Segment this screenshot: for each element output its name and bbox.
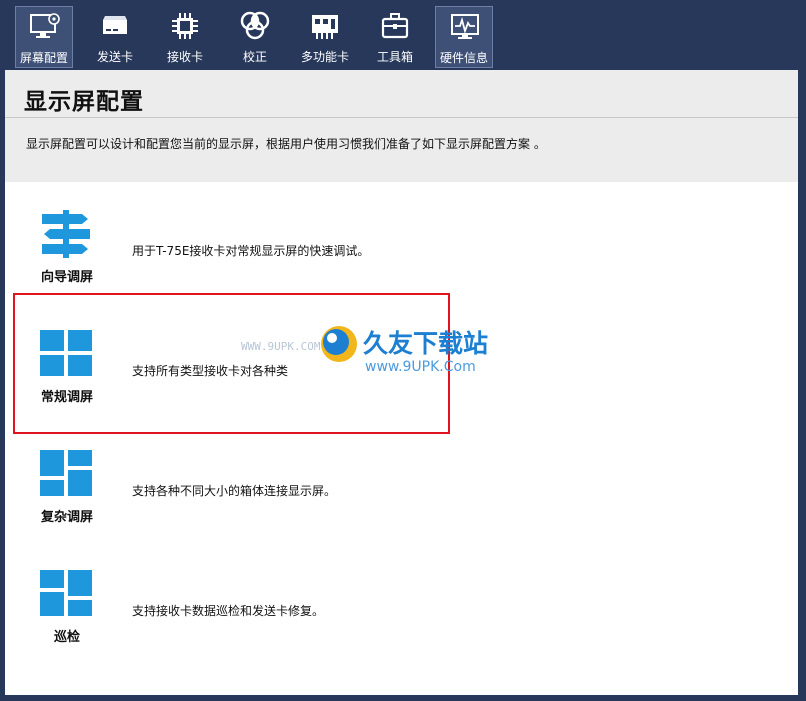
tool-toolbox[interactable]: 工具箱: [366, 6, 424, 68]
tool-label: 接收卡: [166, 50, 203, 64]
tool-label: 多功能卡: [300, 50, 349, 64]
watermark-brand: 久友下载站: [363, 329, 488, 358]
header-divider: [5, 117, 798, 118]
signpost-icon: [42, 210, 90, 258]
grid-complex-icon: [40, 450, 92, 496]
tool-screen-config[interactable]: 屏幕配置: [15, 6, 73, 68]
option-label: 巡检: [53, 630, 80, 645]
page-title: 显示屏配置: [24, 89, 144, 115]
option-label: 复杂调屏: [40, 510, 93, 525]
tool-label: 工具箱: [376, 50, 413, 64]
tool-label: 校正: [242, 50, 267, 64]
multi-card-icon: [312, 15, 338, 39]
sender-box-icon: [103, 16, 127, 34]
tool-label: 硬件信息: [439, 51, 488, 65]
tool-calibration[interactable]: 校正: [226, 6, 284, 68]
watermark-url: www.9UPK.Com: [365, 359, 476, 375]
tool-label: 发送卡: [96, 50, 133, 64]
option-description: 支持各种不同大小的箱体连接显示屏。: [132, 484, 337, 498]
main-panel: 显示屏配置 显示屏配置可以设计和配置您当前的显示屏，根据用户使用习惯我们准备了如…: [5, 70, 798, 695]
option-description: 用于T-75E接收卡对常规显示屏的快速调试。: [132, 244, 370, 258]
tool-sender-card[interactable]: 发送卡: [86, 6, 144, 68]
rgb-circles-icon: [240, 11, 270, 40]
grid-inspect-icon: [40, 570, 92, 616]
pulse-monitor-icon: [451, 14, 479, 39]
monitor-gear-icon: [30, 13, 60, 38]
tool-receiver-card[interactable]: 接收卡: [156, 6, 214, 68]
page-header: 显示屏配置 显示屏配置可以设计和配置您当前的显示屏，根据用户使用习惯我们准备了如…: [5, 70, 798, 182]
tool-hardware-info[interactable]: 硬件信息: [435, 6, 493, 68]
top-toolbar: 屏幕配置 发送卡 接收卡 校正 多功能卡 工具箱 硬件信息: [0, 0, 806, 70]
option-description: 支持接收卡数据巡检和发送卡修复。: [132, 604, 325, 618]
watermark-url-left: WWW.9UPK.COM: [241, 340, 321, 353]
option-label: 向导调屏: [40, 270, 93, 285]
chip-icon: [172, 13, 198, 39]
option-inspection[interactable]: 巡检 支持接收卡数据巡检和发送卡修复。: [5, 570, 798, 670]
toolbox-icon: [381, 13, 409, 39]
option-complex-setup[interactable]: 复杂调屏 支持各种不同大小的箱体连接显示屏。: [5, 450, 798, 550]
watermark-logo: WWW.9UPK.COM 久友下载站 www.9UPK.Com: [241, 326, 488, 375]
tool-label: 屏幕配置: [19, 51, 68, 65]
tool-multifunction-card[interactable]: 多功能卡: [296, 6, 354, 68]
page-description: 显示屏配置可以设计和配置您当前的显示屏，根据用户使用习惯我们准备了如下显示屏配置…: [26, 137, 546, 151]
